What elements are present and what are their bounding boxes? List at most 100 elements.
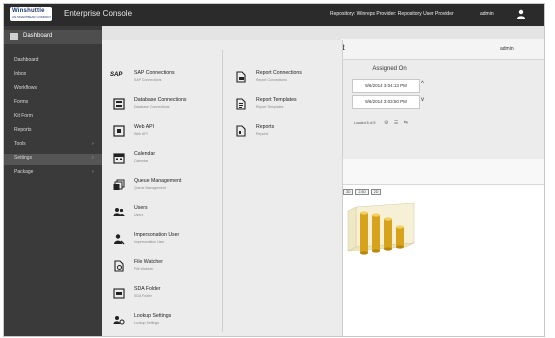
report-connections-icon	[236, 71, 246, 83]
menu-item-lookup-settings[interactable]: Lookup Settings Lookup Settings	[102, 309, 217, 335]
user-name[interactable]: admin	[480, 11, 494, 17]
sidebar-item-label: Workflows	[14, 85, 37, 91]
menu-item-subtitle: Database Connections	[134, 105, 170, 109]
menu-item-impersonation-user[interactable]: Impersonation User Impersonation User	[102, 228, 217, 254]
users-icon	[113, 208, 125, 216]
chevron-right-icon: ›	[92, 155, 94, 161]
sidebar-item-kit-form[interactable]: Kit Form	[4, 112, 102, 123]
sidebar-item-label: Settings	[14, 155, 33, 161]
chart-bar	[372, 213, 380, 253]
menu-item-title: Database Connections	[134, 97, 187, 103]
app-title: Enterprise Console	[64, 9, 133, 18]
menu-item-subtitle: Lookup Settings	[134, 321, 160, 325]
sidebar-item-dashboard[interactable]: Dashboard	[4, 56, 102, 67]
menu-item-subtitle: Impersonation User	[134, 240, 165, 244]
menu-item-subtitle: Queue Management	[134, 186, 166, 190]
chart-view-25d-button[interactable]: 2.5D	[355, 189, 369, 195]
menu-item-sap-connections[interactable]: SAP SAP Connections SAP Connections	[102, 66, 217, 92]
sidebar-item-inbox[interactable]: Inbox	[4, 70, 102, 81]
sub-toolbar	[102, 26, 544, 40]
sidebar-item-label: Reports	[14, 127, 32, 133]
menu-item-users[interactable]: Users Users	[102, 201, 217, 227]
scroll-down-icon[interactable]: v	[421, 97, 424, 103]
folder-icon	[113, 288, 125, 299]
sidebar-item-label: Tools	[14, 141, 26, 147]
menu-item-report-connections[interactable]: Report Connections Report Connections	[224, 66, 339, 92]
sidebar-item-forms[interactable]: Forms	[4, 98, 102, 109]
sidebar-item-label: Inbox	[14, 71, 27, 77]
menu-item-subtitle: Calendar	[134, 159, 149, 163]
menu-item-web-api[interactable]: Web API Web API	[102, 120, 217, 146]
menu-item-subtitle: Web API	[134, 132, 148, 136]
menu-item-subtitle: Users	[134, 213, 144, 217]
impersonation-icon	[114, 234, 125, 245]
sidebar-item-label: Dashboard	[14, 57, 39, 63]
app-window: Winshuttle AN SMARTBEAR COMPANY Enterpri…	[3, 3, 545, 337]
chart-view-3d-button[interactable]: 3D	[343, 189, 354, 195]
menu-item-subtitle: Report Connections	[256, 78, 287, 82]
sidebar-dashboard-header[interactable]: Dashboard	[4, 30, 102, 44]
dashboard-header-label: Dashboard	[23, 33, 53, 39]
menu-item-title: Calendar	[134, 151, 156, 157]
top-bar: Winshuttle AN SMARTBEAR COMPANY Enterpri…	[4, 4, 544, 26]
menu-item-title: Report Connections	[256, 70, 302, 76]
menu-divider	[222, 50, 223, 332]
database-icon	[113, 98, 125, 110]
panel-header: t admin	[340, 39, 544, 60]
sidebar-item-tools[interactable]: Tools ›	[4, 140, 102, 151]
sidebar-item-label: Kit Form	[14, 113, 33, 119]
chevron-right-icon: ›	[92, 141, 94, 147]
winshuttle-logo[interactable]: Winshuttle AN SMARTBEAR COMPANY	[10, 7, 52, 21]
menu-item-title: File Watcher	[134, 259, 163, 265]
assigned-on-header[interactable]: Assigned On	[352, 66, 427, 72]
repository-info: Repository: Winreps Provider: Repository…	[330, 11, 454, 17]
sap-logo-icon: SAP	[110, 72, 123, 78]
web-api-icon	[113, 125, 125, 137]
chart-bar	[360, 211, 368, 255]
assigned-on-cell[interactable]: 9/6/2014 3:03:50 PM	[352, 95, 420, 109]
calendar-icon	[113, 153, 125, 164]
menu-item-title: Impersonation User	[134, 232, 180, 238]
sidebar-item-settings[interactable]: Settings ›	[4, 154, 102, 165]
chevron-right-icon: ›	[92, 169, 94, 175]
menu-item-reports[interactable]: Reports Reports	[224, 120, 339, 146]
menu-item-sda-folder[interactable]: SDA Folder SDA Folder	[102, 282, 217, 308]
sidebar-item-label: Forms	[14, 99, 29, 105]
settings-mega-menu: SAP SAP Connections SAP Connections Data…	[102, 40, 343, 336]
logo-text: Winshuttle	[12, 8, 45, 14]
sidebar-item-package[interactable]: Package ›	[4, 168, 102, 179]
chart-bar	[384, 217, 392, 251]
menu-item-title: Reports	[256, 124, 275, 130]
pager-status: Loaded 8 of 8	[354, 121, 376, 125]
lookup-icon	[113, 316, 125, 325]
menu-item-title: Users	[134, 205, 148, 211]
menu-item-calendar[interactable]: Calendar Calendar	[102, 147, 217, 173]
logo-subtitle: AN SMARTBEAR COMPANY	[12, 15, 52, 19]
menu-item-subtitle: SDA Folder	[134, 294, 152, 298]
chart-view-2d-button[interactable]: 2D	[370, 189, 382, 195]
menu-item-title: Report Templates	[256, 97, 297, 103]
dashboard-icon	[10, 33, 18, 40]
file-watcher-icon	[114, 260, 124, 272]
menu-item-subtitle: SAP Connections	[134, 78, 162, 82]
assigned-on-cell[interactable]: 9/6/2014 3:04:13 PM	[352, 79, 420, 93]
user-icon[interactable]	[516, 9, 526, 19]
menu-item-title: SAP Connections	[134, 70, 175, 76]
menu-item-subtitle: File Watcher	[134, 267, 154, 271]
chart-toolbar: 3D 2.5D 2D	[343, 189, 383, 195]
menu-item-title: Queue Management	[134, 178, 182, 184]
menu-item-file-watcher[interactable]: File Watcher File Watcher	[102, 255, 217, 281]
menu-item-title: Web API	[134, 124, 155, 130]
scroll-up-icon[interactable]: ^	[421, 81, 424, 87]
3d-bar-chart	[347, 202, 415, 255]
menu-item-title: Lookup Settings	[134, 313, 172, 319]
pager-tools-icon[interactable]: ⚙ ☰ ⇆	[384, 120, 410, 126]
chart-panel: 3D 2.5D 2D	[339, 184, 544, 336]
reports-icon	[236, 125, 246, 137]
sidebar: Dashboard Dashboard Inbox Workflows Form…	[4, 26, 102, 336]
menu-item-queue-management[interactable]: Queue Management Queue Management	[102, 174, 217, 200]
menu-item-report-templates[interactable]: Report Templates Report Templates	[224, 93, 339, 119]
sidebar-item-reports[interactable]: Reports	[4, 126, 102, 137]
sidebar-item-workflows[interactable]: Workflows	[4, 84, 102, 95]
menu-item-database-connections[interactable]: Database Connections Database Connection…	[102, 93, 217, 119]
